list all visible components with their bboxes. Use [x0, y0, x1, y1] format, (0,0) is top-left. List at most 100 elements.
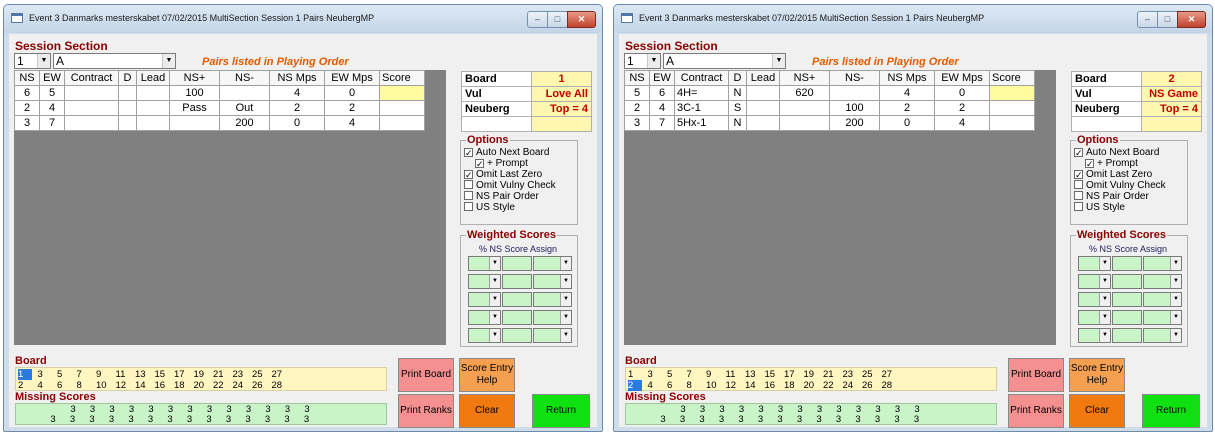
- option-item[interactable]: ✓ Auto Next Board: [464, 147, 549, 158]
- checkbox-icon[interactable]: [1074, 180, 1083, 189]
- table-row[interactable]: 6 5 100 4 0: [14, 85, 425, 101]
- score-entry-help-button[interactable]: Score Entry Help: [459, 358, 515, 392]
- table-cell[interactable]: 4: [934, 115, 990, 131]
- assign-select[interactable]: ▼: [1143, 328, 1182, 343]
- option-item[interactable]: ✓ Auto Next Board: [1074, 147, 1159, 158]
- ns-score-field[interactable]: [1112, 292, 1142, 307]
- table-cell[interactable]: 620: [779, 85, 830, 101]
- board-number[interactable]: 2: [18, 380, 32, 391]
- board-number[interactable]: 22: [823, 380, 837, 391]
- board-number[interactable]: 26: [862, 380, 876, 391]
- table-cell[interactable]: [136, 85, 170, 101]
- table-cell[interactable]: 4: [649, 100, 675, 116]
- checkbox-checked-icon[interactable]: ✓: [464, 148, 473, 158]
- table-cell[interactable]: 5: [39, 85, 65, 101]
- board-selector-strip[interactable]: 1 3 5 7 9 11 13 15 17 19 21 23 25 27 2 4 6 8 10 12 14 16 18 20 2…: [625, 367, 997, 391]
- chevron-down-icon[interactable]: ▼: [162, 54, 175, 68]
- table-cell[interactable]: [64, 100, 119, 116]
- board-number[interactable]: 22: [213, 380, 227, 391]
- table-cell[interactable]: [169, 115, 220, 131]
- section-select[interactable]: A ▼: [53, 53, 176, 69]
- option-item[interactable]: Omit Vulny Check: [464, 180, 556, 191]
- chevron-down-icon[interactable]: ▼: [560, 257, 571, 270]
- score-cell[interactable]: [379, 115, 425, 131]
- table-cell[interactable]: 7: [39, 115, 65, 131]
- table-cell[interactable]: [219, 85, 270, 101]
- board-number[interactable]: 4: [648, 380, 662, 391]
- section-select[interactable]: A ▼: [663, 53, 786, 69]
- chevron-down-icon[interactable]: ▼: [1170, 311, 1181, 324]
- table-cell[interactable]: 2: [879, 100, 935, 116]
- checkbox-checked-icon[interactable]: ✓: [464, 170, 473, 180]
- minimize-icon[interactable]: –: [527, 11, 548, 28]
- chevron-down-icon[interactable]: ▼: [560, 329, 571, 342]
- table-cell[interactable]: N: [728, 115, 747, 131]
- ns-score-field[interactable]: [1112, 256, 1142, 271]
- table-cell[interactable]: [779, 100, 830, 116]
- table-cell[interactable]: [118, 115, 137, 131]
- board-number[interactable]: 1: [628, 369, 642, 380]
- chevron-down-icon[interactable]: ▼: [647, 54, 660, 68]
- assign-select[interactable]: ▼: [1143, 292, 1182, 307]
- ns-score-field[interactable]: [502, 328, 532, 343]
- chevron-down-icon[interactable]: ▼: [560, 293, 571, 306]
- checkbox-icon[interactable]: [464, 191, 473, 200]
- percent-select[interactable]: ▼: [468, 256, 501, 271]
- board-select[interactable]: 1 ▼: [624, 53, 661, 69]
- percent-select[interactable]: ▼: [1078, 256, 1111, 271]
- board-number[interactable]: 19: [804, 369, 818, 380]
- checkbox-icon[interactable]: [1074, 191, 1083, 200]
- board-number[interactable]: 10: [96, 380, 110, 391]
- table-cell[interactable]: 4: [39, 100, 65, 116]
- board-number[interactable]: 23: [843, 369, 857, 380]
- table-cell[interactable]: 4: [879, 85, 935, 101]
- table-cell[interactable]: 0: [269, 115, 325, 131]
- table-cell[interactable]: [118, 100, 137, 116]
- table-cell[interactable]: 2: [624, 100, 650, 116]
- board-number[interactable]: 2: [628, 380, 642, 391]
- ns-score-field[interactable]: [1112, 310, 1142, 325]
- board-number[interactable]: 28: [882, 380, 896, 391]
- score-entry-help-button[interactable]: Score Entry Help: [1069, 358, 1125, 392]
- board-number[interactable]: 12: [116, 380, 130, 391]
- board-number[interactable]: 19: [194, 369, 208, 380]
- option-item[interactable]: NS Pair Order: [1074, 191, 1149, 202]
- table-cell[interactable]: 3: [14, 115, 40, 131]
- chevron-down-icon[interactable]: ▼: [489, 311, 500, 324]
- chevron-down-icon[interactable]: ▼: [1099, 293, 1110, 306]
- board-number[interactable]: 24: [233, 380, 247, 391]
- board-select[interactable]: 1 ▼: [14, 53, 51, 69]
- checkbox-checked-icon[interactable]: ✓: [1085, 159, 1094, 169]
- board-number[interactable]: 9: [96, 369, 110, 380]
- board-selector-strip[interactable]: 1 3 5 7 9 11 13 15 17 19 21 23 25 27 2 4 6 8 10 12 14 16 18 20 2…: [15, 367, 387, 391]
- assign-select[interactable]: ▼: [533, 256, 572, 271]
- table-cell[interactable]: 6: [14, 85, 40, 101]
- table-row[interactable]: 3 7 200 0 4: [14, 115, 425, 131]
- option-item[interactable]: ✓ + Prompt: [475, 158, 528, 169]
- percent-select[interactable]: ▼: [468, 292, 501, 307]
- return-button[interactable]: Return: [532, 394, 590, 428]
- board-number[interactable]: 8: [77, 380, 91, 391]
- print-ranks-button[interactable]: Print Ranks: [1008, 394, 1064, 428]
- board-number[interactable]: 23: [233, 369, 247, 380]
- chevron-down-icon[interactable]: ▼: [1099, 257, 1110, 270]
- chevron-down-icon[interactable]: ▼: [489, 329, 500, 342]
- checkbox-icon[interactable]: [464, 202, 473, 211]
- table-cell[interactable]: [64, 85, 119, 101]
- table-cell[interactable]: [746, 115, 780, 131]
- table-cell[interactable]: [829, 85, 880, 101]
- board-number[interactable]: 11: [726, 369, 740, 380]
- table-cell[interactable]: [118, 85, 137, 101]
- chevron-down-icon[interactable]: ▼: [489, 293, 500, 306]
- clear-scores-button[interactable]: Clear Scores: [459, 394, 515, 428]
- board-number[interactable]: 11: [116, 369, 130, 380]
- board-number[interactable]: 20: [804, 380, 818, 391]
- table-cell[interactable]: 2: [269, 100, 325, 116]
- board-number[interactable]: 21: [213, 369, 227, 380]
- title-bar[interactable]: Event 3 Danmarks mesterskabet 07/02/2015…: [614, 5, 1212, 33]
- chevron-down-icon[interactable]: ▼: [37, 54, 50, 68]
- option-item[interactable]: ✓ Omit Last Zero: [1074, 169, 1152, 180]
- table-cell[interactable]: Pass: [169, 100, 220, 116]
- board-number[interactable]: 14: [135, 380, 149, 391]
- score-cell[interactable]: [989, 100, 1035, 116]
